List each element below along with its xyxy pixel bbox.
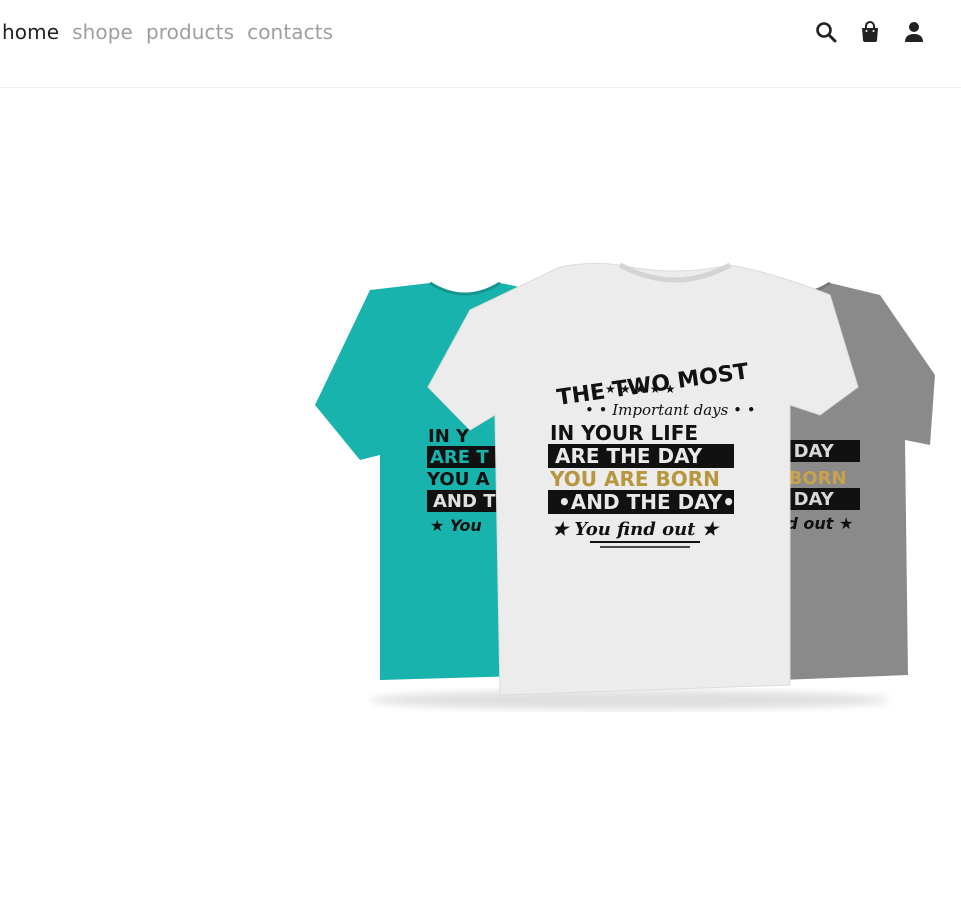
svg-text:• • Important days • •: • • Important days • • (585, 401, 756, 419)
search-icon[interactable] (814, 19, 838, 45)
tshirts-illustration: E DAY E BORN E DAY nd out ★ IN Y ARE T Y… (315, 262, 935, 710)
hero-image: E DAY E BORN E DAY nd out ★ IN Y ARE T Y… (300, 255, 940, 715)
navbar: home shope products contacts (0, 0, 961, 88)
svg-text:★ ★ ★ ★ ★: ★ ★ ★ ★ ★ (605, 382, 676, 396)
svg-text:•AND THE DAY•: •AND THE DAY• (558, 490, 735, 514)
shopping-bag-icon[interactable] (858, 19, 882, 45)
nav-link-products[interactable]: products (146, 18, 234, 46)
svg-text:IN Y: IN Y (428, 426, 470, 447)
nav-links: home shope products contacts (2, 18, 333, 46)
nav-link-contacts[interactable]: contacts (247, 18, 333, 46)
svg-text:YOU ARE BORN: YOU ARE BORN (549, 467, 720, 491)
page: home shope products contacts E DAY E BOR… (0, 0, 961, 912)
svg-text:YOU A: YOU A (426, 469, 490, 490)
nav-link-shope[interactable]: shope (72, 18, 133, 46)
nav-icons (814, 19, 926, 45)
svg-text:ARE THE DAY: ARE THE DAY (555, 444, 703, 468)
svg-text:AND T: AND T (433, 491, 496, 512)
svg-text:★ You: ★ You (430, 516, 482, 535)
nav-link-home[interactable]: home (2, 18, 59, 46)
user-icon[interactable] (902, 19, 926, 45)
svg-text:★ You find out ★: ★ You find out ★ (552, 519, 721, 540)
svg-text:ARE T: ARE T (430, 447, 489, 468)
svg-text:IN YOUR LIFE: IN YOUR LIFE (550, 421, 698, 445)
